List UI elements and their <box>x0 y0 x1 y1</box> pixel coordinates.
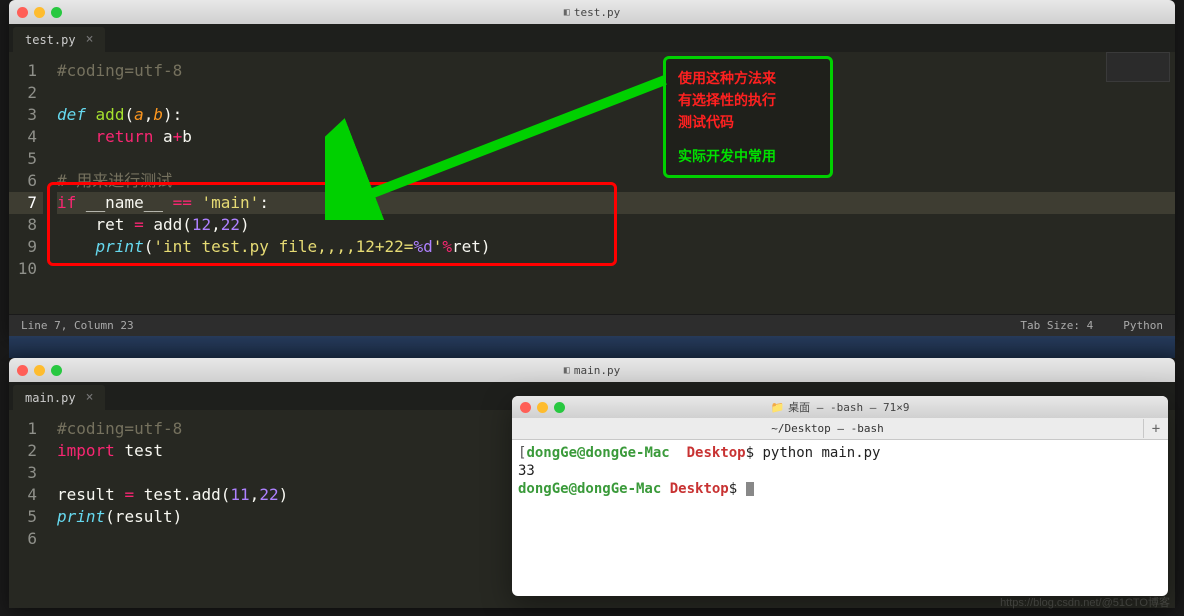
annotation-callout: 使用这种方法来 有选择性的执行 测试代码 实际开发中常用 <box>663 56 833 178</box>
close-icon[interactable] <box>17 365 28 376</box>
line-gutter: 12345678910 <box>9 52 51 314</box>
callout-line: 有选择性的执行 <box>678 89 818 111</box>
terminal-title: 桌面 — -bash — 71×9 <box>788 399 909 415</box>
cursor-position: Line 7, Column 23 <box>21 319 134 332</box>
close-icon[interactable] <box>520 402 531 413</box>
minimap[interactable] <box>1106 52 1170 82</box>
window-title: test.py <box>574 6 620 19</box>
maximize-icon[interactable] <box>51 7 62 18</box>
minimize-icon[interactable] <box>34 365 45 376</box>
terminal-window: 📁 桌面 — -bash — 71×9 ~/Desktop — -bash + … <box>512 396 1168 596</box>
callout-line: 实际开发中常用 <box>678 145 818 167</box>
code-area[interactable]: 12345678910 #coding=utf-8 def add(a,b): … <box>9 52 1175 314</box>
terminal-tabbar: ~/Desktop — -bash + <box>512 418 1168 440</box>
tab-label: main.py <box>25 391 76 405</box>
tab-main-py[interactable]: main.py × <box>13 385 105 410</box>
close-icon[interactable]: × <box>86 390 94 405</box>
close-icon[interactable] <box>17 7 28 18</box>
titlebar[interactable]: ◧ main.py <box>9 358 1175 382</box>
titlebar[interactable]: 📁 桌面 — -bash — 71×9 <box>512 396 1168 418</box>
minimize-icon[interactable] <box>34 7 45 18</box>
new-tab-button[interactable]: + <box>1144 421 1168 437</box>
minimize-icon[interactable] <box>537 402 548 413</box>
maximize-icon[interactable] <box>554 402 565 413</box>
language-mode[interactable]: Python <box>1123 319 1163 332</box>
tab-size[interactable]: Tab Size: 4 <box>1020 319 1093 332</box>
terminal-body[interactable]: [dongGe@dongGe-Mac Desktop$ python main.… <box>512 440 1168 502</box>
window-title: main.py <box>574 364 620 377</box>
tab-test-py[interactable]: test.py × <box>13 27 105 52</box>
folder-icon: 📁 <box>770 401 784 414</box>
watermark: https://blog.csdn.net/@51CTO博客 <box>1000 594 1170 610</box>
code-content[interactable]: #coding=utf-8 def add(a,b): return a+b #… <box>51 52 1175 314</box>
titlebar[interactable]: ◧ test.py <box>9 0 1175 24</box>
line-gutter: 123456 <box>9 410 51 606</box>
callout-line: 使用这种方法来 <box>678 67 818 89</box>
tab-bar: test.py × <box>9 24 1175 52</box>
status-bar: Line 7, Column 23 Tab Size: 4 Python <box>9 314 1175 336</box>
tab-label: test.py <box>25 33 76 47</box>
doc-icon: ◧ <box>564 7 570 18</box>
close-icon[interactable]: × <box>86 32 94 47</box>
terminal-tab[interactable]: ~/Desktop — -bash <box>512 419 1144 438</box>
maximize-icon[interactable] <box>51 365 62 376</box>
doc-icon: ◧ <box>564 365 570 376</box>
editor-window-test: ◧ test.py test.py × 12345678910 #coding=… <box>9 0 1175 336</box>
desktop-background <box>9 336 1175 358</box>
callout-line: 测试代码 <box>678 111 818 133</box>
